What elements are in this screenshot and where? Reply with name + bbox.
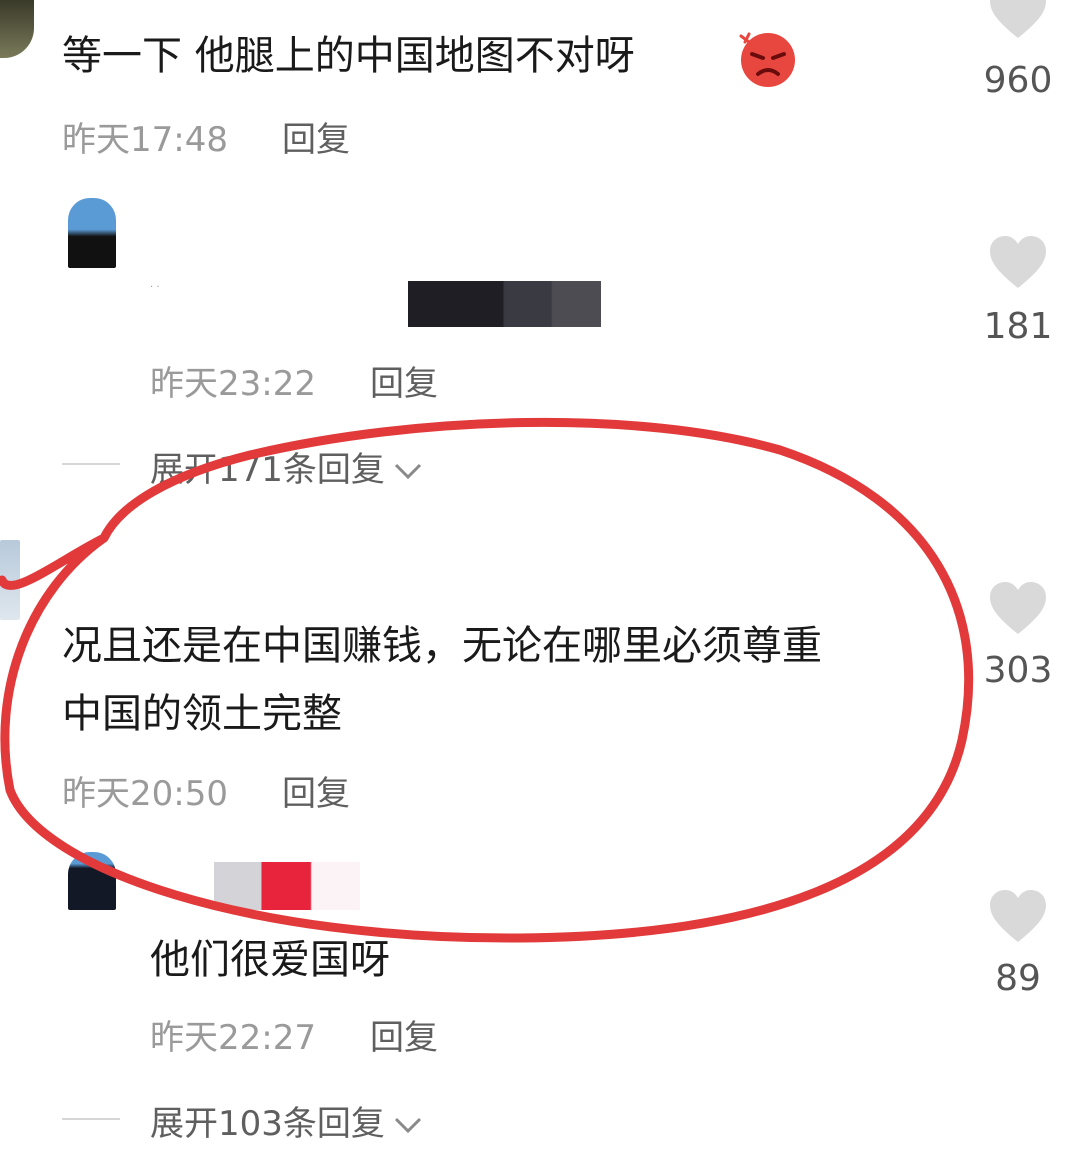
- like-button[interactable]: 960: [958, 0, 1078, 110]
- avatar[interactable]: [68, 852, 116, 910]
- heart-icon: [988, 888, 1048, 944]
- like-count: 89: [995, 958, 1041, 999]
- highlight-circle: [0, 417, 974, 943]
- reply-button[interactable]: 回复: [370, 1018, 438, 1058]
- divider: [62, 1118, 120, 1120]
- heart-icon: [988, 580, 1048, 636]
- comment-time: 昨天22:27: [150, 1018, 316, 1058]
- like-button[interactable]: 303: [958, 578, 1078, 698]
- expand-replies-button[interactable]: 展开171条回复: [150, 442, 423, 491]
- comment-meta: 昨天23:22 回复: [150, 356, 438, 405]
- expand-label: 展开103条回复: [150, 1104, 385, 1144]
- avatar[interactable]: [68, 198, 116, 268]
- censored-content: [408, 281, 601, 327]
- like-button[interactable]: 181: [958, 232, 1078, 352]
- comment-time: 昨天20:50: [62, 774, 228, 814]
- redacted-username: · ·: [150, 282, 160, 293]
- avatar[interactable]: [0, 0, 34, 58]
- comment-meta: 昨天22:27 回复: [150, 1010, 438, 1059]
- censored-username: [214, 862, 360, 910]
- chevron-down-icon: [393, 1104, 423, 1144]
- heart-icon: [988, 234, 1048, 290]
- chevron-down-icon: [393, 450, 423, 490]
- like-count: 960: [983, 60, 1053, 101]
- like-count: 181: [983, 306, 1053, 347]
- heart-icon: [988, 0, 1048, 40]
- like-button[interactable]: 89: [958, 886, 1078, 1006]
- divider: [62, 463, 120, 465]
- comment-text-line2: 中国的领土完整: [62, 691, 342, 737]
- reply-button[interactable]: 回复: [282, 120, 350, 160]
- comment-text: 等一下 他腿上的中国地图不对呀: [62, 33, 635, 79]
- comment-text-line1: 况且还是在中国赚钱，无论在哪里必须尊重: [62, 623, 822, 669]
- comment-time: 昨天17:48: [62, 120, 228, 160]
- reply-button[interactable]: 回复: [282, 774, 350, 814]
- comment-time: 昨天23:22: [150, 364, 316, 404]
- comment-meta: 昨天20:50 回复: [62, 766, 350, 815]
- comment-meta: 昨天17:48 回复: [62, 112, 350, 161]
- expand-replies-button[interactable]: 展开103条回复: [150, 1096, 423, 1145]
- reply-button[interactable]: 回复: [370, 364, 438, 404]
- avatar[interactable]: [0, 540, 20, 620]
- angry-face-icon: [736, 28, 800, 88]
- comment-text: 他们很爱国呀: [150, 937, 390, 983]
- like-count: 303: [983, 650, 1053, 691]
- expand-label: 展开171条回复: [150, 450, 385, 490]
